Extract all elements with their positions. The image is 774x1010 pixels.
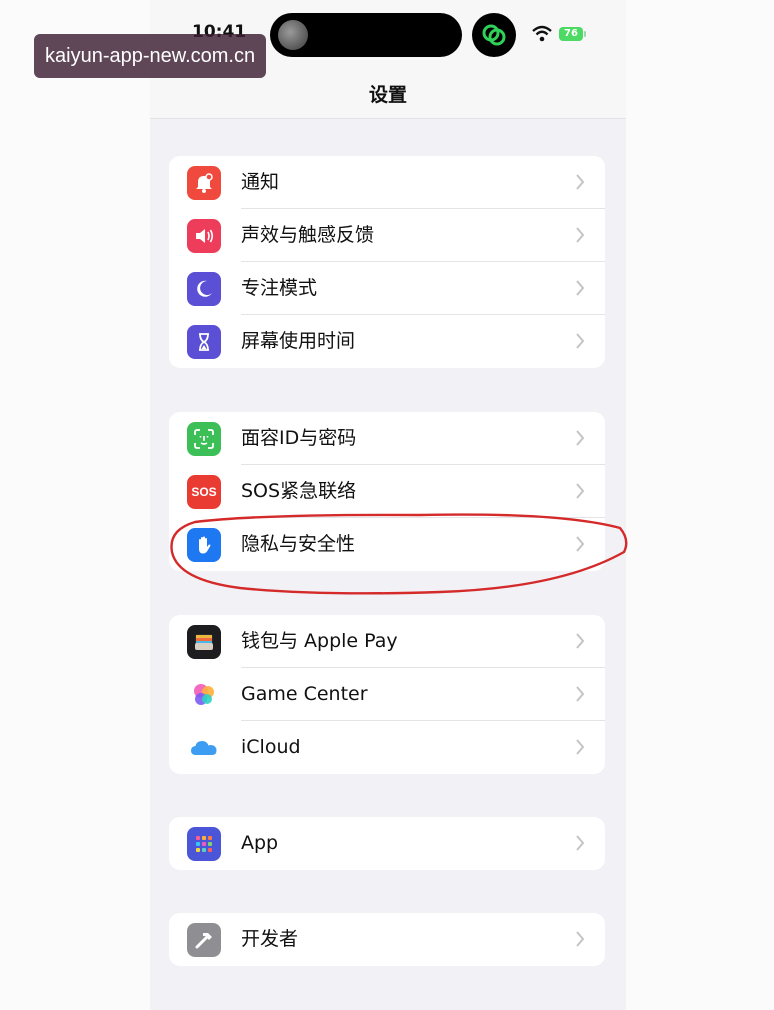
dynamic-island bbox=[270, 13, 462, 57]
bell-icon bbox=[187, 166, 221, 200]
settings-screen: 10:41 76 设置 通知 声效与触感反馈 专注模式 屏幕使用时间 面容ID与… bbox=[150, 0, 626, 1010]
settings-row-developer[interactable]: 开发者 bbox=[169, 913, 605, 966]
settings-row-label: Game Center bbox=[241, 683, 368, 705]
avatar bbox=[278, 20, 308, 50]
chevron-right-icon bbox=[576, 633, 585, 649]
chevron-right-icon bbox=[576, 931, 585, 947]
chevron-right-icon bbox=[576, 280, 585, 296]
chevron-right-icon bbox=[576, 227, 585, 243]
settings-row-label: 屏幕使用时间 bbox=[241, 330, 356, 352]
settings-row-app[interactable]: App bbox=[169, 817, 605, 870]
settings-group-4: App bbox=[169, 817, 605, 870]
cloud-icon bbox=[187, 731, 221, 765]
live-activity-icon[interactable] bbox=[472, 13, 516, 57]
settings-row-focus[interactable]: 专注模式 bbox=[169, 262, 605, 315]
hourglass-icon bbox=[187, 325, 221, 359]
battery-icon: 76 bbox=[559, 27, 583, 41]
wifi-icon bbox=[532, 25, 552, 42]
settings-row-label: 通知 bbox=[241, 171, 280, 193]
chevron-right-icon bbox=[576, 835, 585, 851]
settings-group-3: 钱包与 Apple Pay Game Center iCloud bbox=[169, 615, 605, 774]
hand-icon bbox=[187, 528, 221, 562]
settings-row-label: 面容ID与密码 bbox=[241, 427, 357, 449]
faceid-icon bbox=[187, 422, 221, 456]
settings-row-notifications[interactable]: 通知 bbox=[169, 156, 605, 209]
battery-cap bbox=[584, 31, 586, 37]
settings-row-screen-time[interactable]: 屏幕使用时间 bbox=[169, 315, 605, 368]
settings-row-label: SOS紧急联络 bbox=[241, 480, 357, 502]
chevron-right-icon bbox=[576, 483, 585, 499]
right-margin bbox=[626, 0, 774, 1010]
watermark: kaiyun-app-new.com.cn bbox=[34, 34, 267, 78]
sos-icon-text: SOS bbox=[191, 485, 217, 499]
settings-row-label: iCloud bbox=[241, 736, 301, 758]
chevron-right-icon bbox=[576, 536, 585, 552]
settings-row-label: 专注模式 bbox=[241, 277, 318, 299]
settings-row-sos[interactable]: SOS SOS紧急联络 bbox=[169, 465, 605, 518]
settings-row-wallet[interactable]: 钱包与 Apple Pay bbox=[169, 615, 605, 668]
app-grid-icon bbox=[187, 827, 221, 861]
speaker-icon bbox=[187, 219, 221, 253]
settings-group-2: 面容ID与密码 SOS SOS紧急联络 隐私与安全性 bbox=[169, 412, 605, 571]
settings-row-privacy[interactable]: 隐私与安全性 bbox=[169, 518, 605, 571]
left-margin bbox=[0, 0, 150, 1010]
settings-row-label: 声效与触感反馈 bbox=[241, 224, 375, 246]
settings-group-1: 通知 声效与触感反馈 专注模式 屏幕使用时间 bbox=[169, 156, 605, 368]
chevron-right-icon bbox=[576, 174, 585, 190]
chevron-right-icon bbox=[576, 686, 585, 702]
settings-row-faceid[interactable]: 面容ID与密码 bbox=[169, 412, 605, 465]
wallet-icon bbox=[187, 625, 221, 659]
settings-row-label: 隐私与安全性 bbox=[241, 533, 356, 555]
sos-icon: SOS bbox=[187, 475, 221, 509]
game-center-icon bbox=[187, 678, 221, 712]
settings-row-label: 钱包与 Apple Pay bbox=[241, 630, 398, 652]
chevron-right-icon bbox=[576, 333, 585, 349]
settings-row-game-center[interactable]: Game Center bbox=[169, 668, 605, 721]
page-title: 设置 bbox=[368, 84, 407, 106]
settings-row-icloud[interactable]: iCloud bbox=[169, 721, 605, 774]
settings-row-label: 开发者 bbox=[241, 928, 299, 950]
hammer-icon bbox=[187, 923, 221, 957]
chevron-right-icon bbox=[576, 739, 585, 755]
settings-group-5: 开发者 bbox=[169, 913, 605, 966]
chevron-right-icon bbox=[576, 430, 585, 446]
settings-row-label: App bbox=[241, 832, 279, 854]
settings-row-sounds[interactable]: 声效与触感反馈 bbox=[169, 209, 605, 262]
moon-icon bbox=[187, 272, 221, 306]
